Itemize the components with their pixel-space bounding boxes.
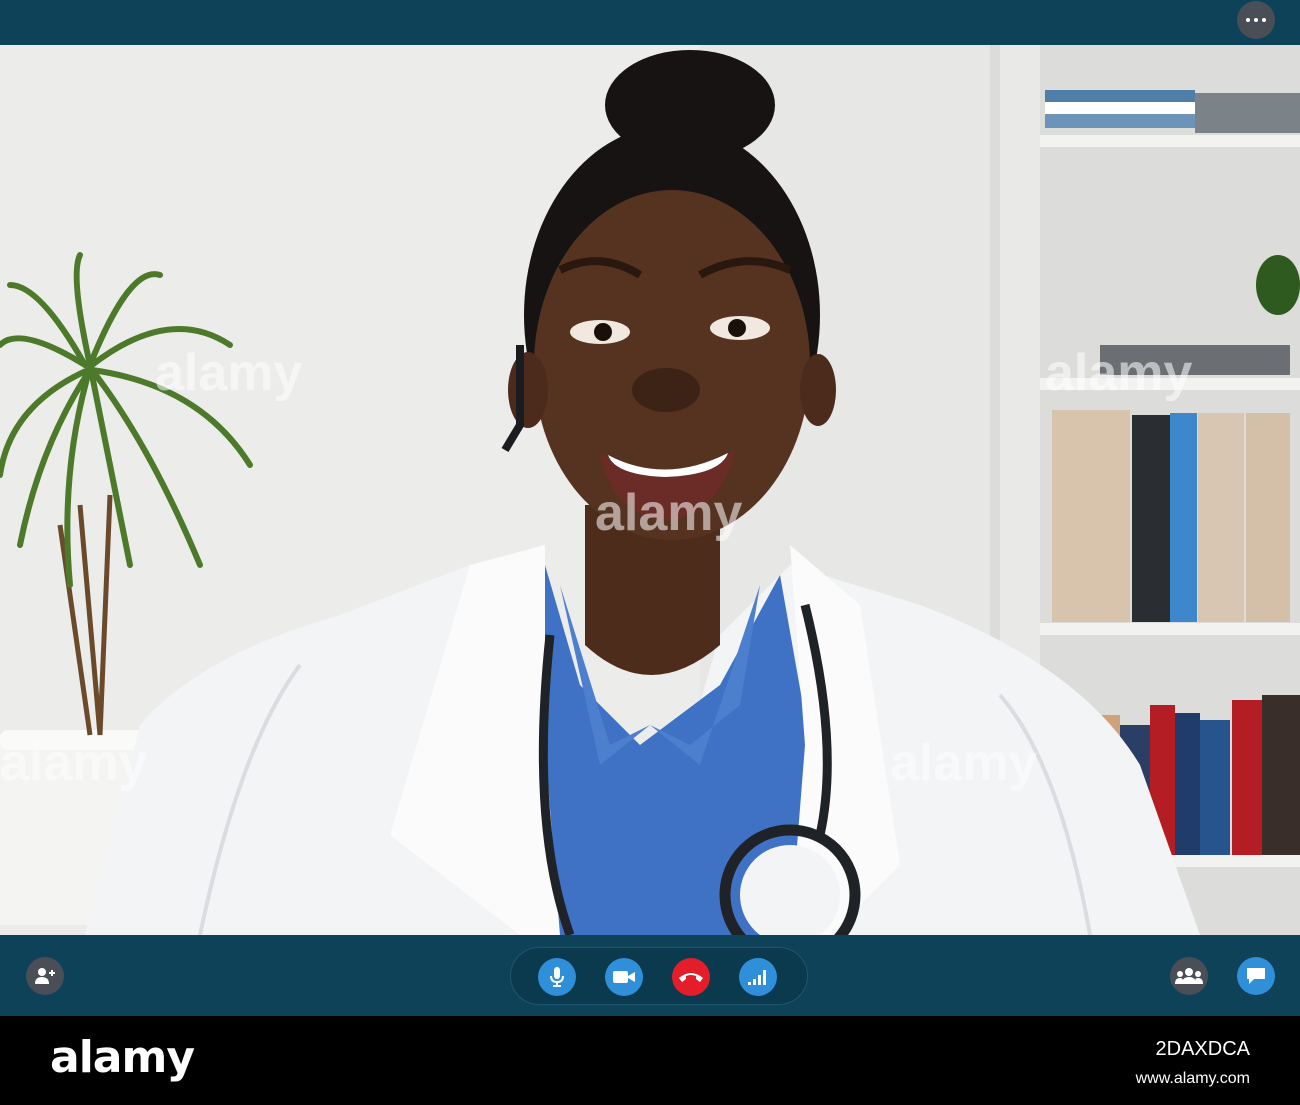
signal-bars-icon: [748, 970, 766, 985]
image-id: 2DAXDCA: [1155, 1038, 1250, 1060]
end-call-button[interactable]: [672, 958, 710, 996]
top-bar: [0, 0, 1300, 45]
watermark-right: alamy: [1045, 344, 1193, 402]
alamy-logo: alamy: [50, 1032, 195, 1083]
group-icon: [1175, 968, 1203, 984]
watermark-bottom-right: alamy: [890, 734, 1038, 792]
phone-hangup-icon: [679, 973, 703, 982]
watermark-center: alamy: [595, 484, 743, 542]
video-call-window: alamy alamy alamy alamy alamy: [0, 0, 1300, 1016]
site-url: www.alamy.com: [1135, 1070, 1250, 1087]
watermark-bottom-left: alamy: [0, 734, 148, 792]
more-horizontal-icon: [1246, 18, 1266, 22]
video-camera-icon: [613, 971, 635, 983]
chat-bubble-icon: [1247, 968, 1265, 984]
toggle-camera-button[interactable]: [605, 958, 643, 996]
footer-bar: alamy 2DAXDCA www.alamy.com: [0, 1016, 1300, 1105]
mute-microphone-button[interactable]: [538, 958, 576, 996]
doctor-video-image: alamy alamy alamy alamy alamy: [0, 45, 1300, 935]
microphone-icon: [550, 967, 564, 987]
add-participant-button[interactable]: [26, 957, 64, 995]
more-options-button[interactable]: [1237, 1, 1275, 39]
connection-quality-button[interactable]: [739, 958, 777, 996]
add-user-icon: [35, 968, 55, 984]
call-control-group: [510, 947, 808, 1005]
chat-button[interactable]: [1237, 957, 1275, 995]
watermark-left: alamy: [155, 344, 303, 402]
participants-button[interactable]: [1170, 957, 1208, 995]
call-controls-bar: [0, 935, 1300, 1016]
video-feed: alamy alamy alamy alamy alamy: [0, 45, 1300, 935]
